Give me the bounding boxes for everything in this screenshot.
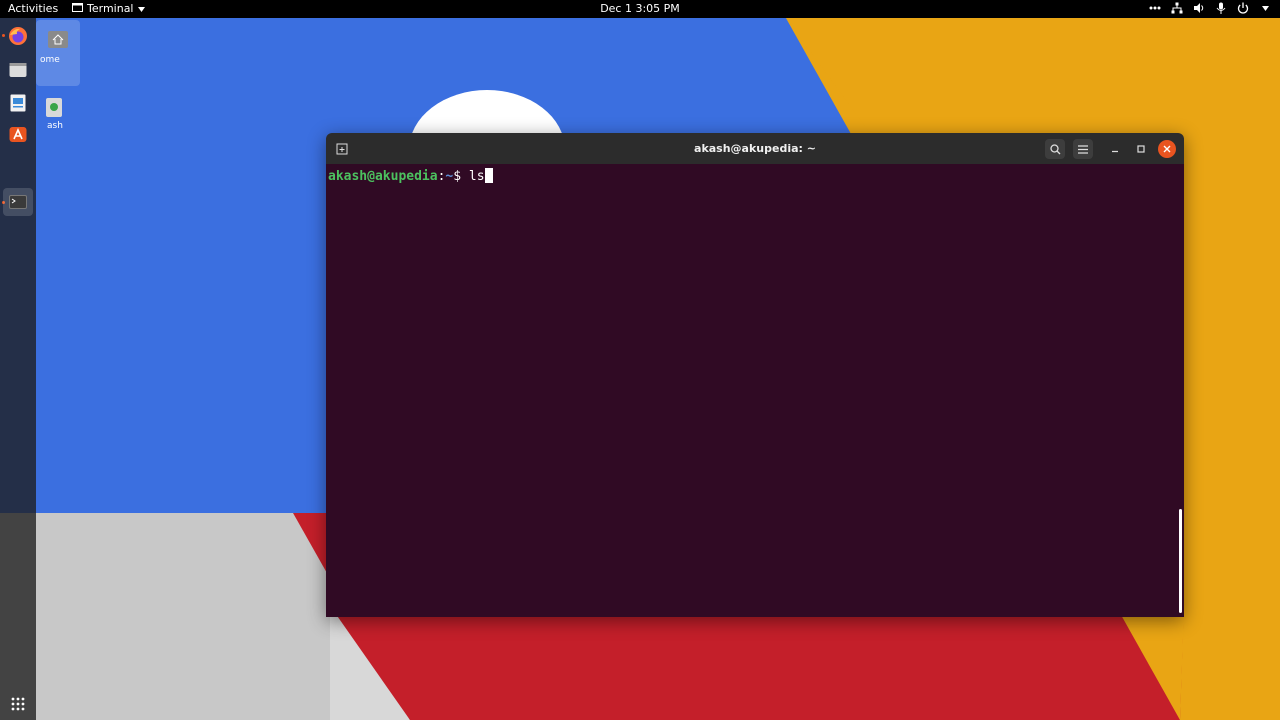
dock-item-files[interactable] — [6, 58, 30, 82]
minimize-icon — [1112, 150, 1118, 153]
chevron-down-icon — [137, 2, 145, 15]
desktop-home-folder[interactable]: ome — [36, 20, 80, 86]
desktop-home-label: ome — [40, 55, 60, 65]
terminal-titlebar[interactable]: akash@akupedia: ~ — [326, 133, 1184, 164]
dock-item-writer[interactable] — [6, 91, 30, 115]
desktop-trash[interactable]: ash — [30, 96, 74, 140]
close-icon — [1163, 145, 1171, 153]
terminal-app-icon — [72, 2, 83, 15]
prompt-user: akash@akupedia — [328, 169, 438, 184]
prompt-symbol: $ — [453, 169, 469, 184]
system-tray[interactable] — [1148, 1, 1272, 15]
app-grid-icon — [11, 697, 25, 711]
home-icon — [48, 31, 68, 48]
overflow-dots-icon[interactable] — [1148, 1, 1162, 15]
activities-button[interactable]: Activities — [8, 2, 58, 15]
search-icon — [1049, 143, 1060, 154]
search-button[interactable] — [1045, 139, 1065, 159]
terminal-icon — [9, 195, 27, 209]
app-menu-label: Terminal — [87, 2, 134, 15]
menu-button[interactable] — [1073, 139, 1093, 159]
prompt-line: akash@akupedia:~$ ls — [328, 168, 493, 184]
app-menu[interactable]: Terminal — [72, 2, 145, 15]
dock-item-software[interactable] — [6, 122, 30, 146]
desktop-trash-label: ash — [47, 121, 63, 131]
running-indicator — [2, 34, 5, 37]
typed-command: ls — [468, 169, 485, 184]
power-icon[interactable] — [1236, 1, 1250, 15]
dock-item-firefox[interactable] — [6, 24, 30, 48]
terminal-window[interactable]: akash@akupedia: ~ akash@akupedia:~$ ls — [326, 133, 1184, 617]
chevron-down-icon[interactable] — [1258, 1, 1272, 15]
maximize-button[interactable] — [1131, 139, 1151, 159]
dock — [0, 18, 36, 720]
minimize-button[interactable] — [1105, 139, 1125, 159]
close-button[interactable] — [1158, 140, 1176, 158]
microphone-icon[interactable] — [1214, 1, 1228, 15]
software-center-icon — [9, 127, 27, 142]
firefox-icon — [9, 27, 27, 45]
terminal-output[interactable]: akash@akupedia:~$ ls — [326, 164, 1184, 617]
clock[interactable]: Dec 1 3:05 PM — [600, 2, 680, 15]
show-applications-button[interactable] — [6, 692, 30, 716]
hamburger-menu-icon — [1078, 144, 1088, 154]
top-bar: Activities Terminal Dec 1 3:05 PM — [0, 0, 1280, 18]
volume-icon[interactable] — [1192, 1, 1206, 15]
network-icon[interactable] — [1170, 1, 1184, 15]
dock-item-terminal[interactable] — [3, 188, 33, 216]
maximize-icon — [1137, 145, 1145, 153]
scrollbar[interactable] — [1179, 509, 1182, 613]
trash-icon — [46, 98, 62, 117]
libreoffice-writer-icon — [10, 94, 26, 112]
files-icon — [9, 63, 27, 77]
text-cursor — [484, 168, 493, 183]
